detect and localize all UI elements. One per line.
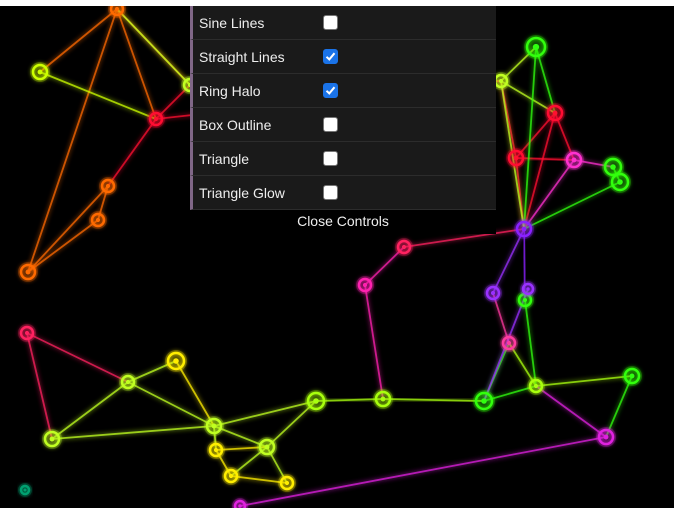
node-core (313, 398, 319, 404)
network-edge (535, 385, 607, 438)
ring-halo-checkbox[interactable] (323, 83, 338, 98)
control-label: Triangle Glow (199, 185, 285, 201)
node-core (401, 244, 407, 250)
straight-lines-checkbox[interactable] (323, 49, 338, 64)
box-outline-checkbox[interactable] (323, 117, 338, 132)
node-core (532, 43, 540, 51)
network-edge (116, 8, 157, 120)
node-core (603, 434, 609, 440)
node-core (49, 436, 55, 442)
network-edge (26, 332, 129, 383)
node-core (95, 217, 101, 223)
control-row-triangle-glow[interactable]: Triangle Glow (190, 176, 496, 210)
node-core (610, 164, 616, 170)
network-edge (116, 8, 191, 86)
triangle-checkbox[interactable] (323, 151, 338, 166)
node-core (173, 358, 179, 364)
node-core (522, 297, 528, 303)
node-core (498, 78, 504, 84)
control-label: Sine Lines (199, 15, 265, 31)
network-edge (523, 181, 621, 230)
node-core (24, 330, 30, 336)
node-core (362, 282, 368, 288)
node-core (513, 155, 519, 161)
network-edge (51, 425, 215, 440)
controls-panel: Sine Lines Straight Lines Ring Halo Box … (190, 6, 496, 234)
sine-lines-checkbox[interactable] (323, 15, 338, 30)
node-core (213, 447, 219, 453)
node-core (490, 290, 496, 296)
node-core (617, 179, 623, 185)
triangle-glow-checkbox[interactable] (323, 185, 338, 200)
control-row-box-outline[interactable]: Box Outline (190, 108, 496, 142)
network-edge (27, 8, 118, 273)
network-edge (107, 118, 157, 187)
node-core (105, 183, 111, 189)
close-controls-button[interactable]: Close Controls (190, 210, 496, 234)
node-core (284, 480, 290, 486)
network-edge (523, 159, 575, 230)
node-core (571, 157, 577, 163)
network-edge (364, 284, 384, 400)
check-icon (325, 86, 336, 95)
network-edge (27, 185, 109, 273)
node-core (125, 379, 131, 385)
network-edge (213, 400, 317, 427)
node-core (552, 110, 558, 116)
node-core (211, 423, 217, 429)
node-core (114, 6, 120, 12)
network-edge (382, 398, 485, 402)
node-core (37, 69, 43, 75)
network-edge (39, 71, 157, 120)
control-label: Ring Halo (199, 83, 261, 99)
check-icon (325, 52, 336, 61)
control-row-sine-lines[interactable]: Sine Lines (190, 6, 496, 40)
network-edge (535, 375, 633, 387)
node-core (23, 488, 27, 492)
control-label: Box Outline (199, 117, 272, 133)
network-edge (524, 299, 537, 387)
node-core (264, 444, 270, 450)
node-core (506, 340, 512, 346)
node-core (153, 116, 159, 122)
control-row-triangle[interactable]: Triangle (190, 142, 496, 176)
node-core (238, 504, 242, 508)
network-edge (27, 219, 99, 273)
node-core (526, 287, 530, 291)
control-row-ring-halo[interactable]: Ring Halo (190, 74, 496, 108)
node-core (481, 398, 487, 404)
node-core (380, 396, 386, 402)
network-edge (239, 436, 607, 507)
network-edge (26, 332, 53, 440)
control-row-straight-lines[interactable]: Straight Lines (190, 40, 496, 74)
node-core (533, 383, 539, 389)
node-core (25, 269, 31, 275)
node-core (228, 473, 234, 479)
node-core (521, 226, 527, 232)
control-label: Straight Lines (199, 49, 285, 65)
node-core (629, 373, 635, 379)
network-edge (492, 228, 525, 294)
control-label: Triangle (199, 151, 250, 167)
network-edge (51, 381, 129, 440)
